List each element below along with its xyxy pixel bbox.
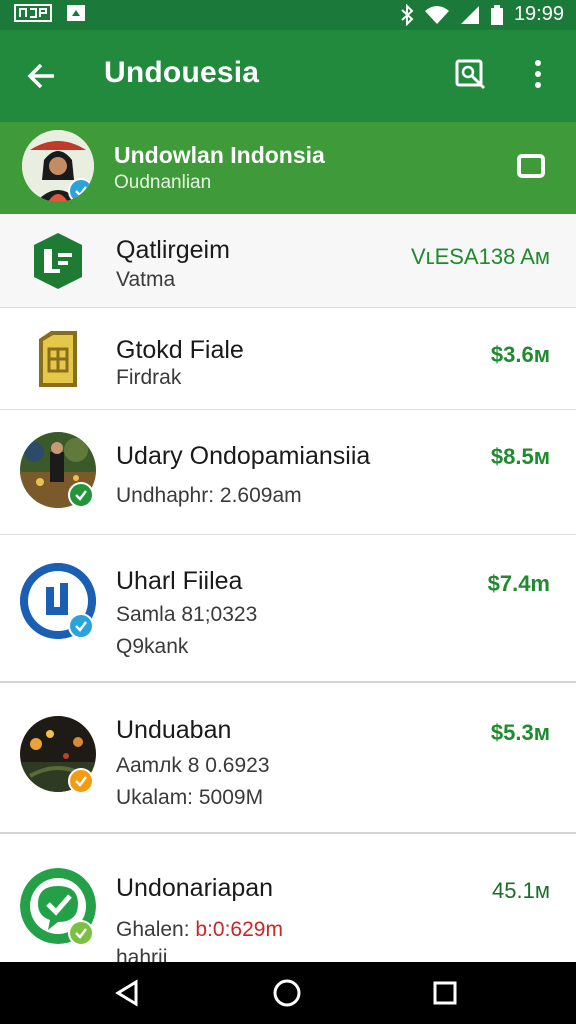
item-title: Undonariapan <box>116 874 274 902</box>
list-item[interactable]: Unduaban Aamлk 8 0.6923 Ukalam: 5009M $5… <box>0 688 576 834</box>
battery-icon <box>490 4 503 25</box>
account-subtitle: Oudnanlian <box>114 172 212 193</box>
item-amount: $5.3м <box>490 720 550 745</box>
search-button[interactable] <box>450 54 490 94</box>
square-icon[interactable] <box>516 152 546 180</box>
item-amount: $7.4m <box>487 571 550 596</box>
green-badge-icon <box>68 920 94 946</box>
item-subtitle: Samla 81;0323 <box>116 603 258 626</box>
home-circle-icon <box>273 979 301 1007</box>
nav-recents-button[interactable] <box>428 976 462 1010</box>
item-title: Udary Ondopamiansiia <box>116 442 371 470</box>
navigation-bar <box>0 962 576 1024</box>
recents-square-icon <box>433 981 457 1005</box>
app-bar: Undouesia <box>0 30 576 122</box>
page-title: Undouesia <box>104 56 260 89</box>
more-options-button[interactable] <box>520 54 556 94</box>
item-title: Qatlirgeim <box>116 236 230 264</box>
nav-back-button[interactable] <box>110 976 144 1010</box>
list-item[interactable]: Undonariapan Ghalen: b:0:629m hahrii 45.… <box>0 840 576 962</box>
item-subtitle: Undhaphr: 2.609am <box>116 484 302 507</box>
back-triangle-icon <box>115 979 138 1007</box>
wifi-icon <box>424 5 449 24</box>
list-item[interactable]: Qatlirgeim Vatma VʟESA138 Aᴍ <box>0 214 576 308</box>
verified-badge-icon <box>68 482 94 508</box>
gallery-icon <box>14 4 52 22</box>
account-header[interactable]: Undowlan Indonsia Oudnanlian <box>0 122 576 214</box>
item-title: Unduaban <box>116 716 232 744</box>
orange-badge-icon <box>68 768 94 794</box>
item-amount: 45.1м <box>492 878 550 903</box>
status-bar: 19:99 <box>0 0 576 30</box>
item-subtitle: Ghalen: b:0:629m <box>116 918 283 942</box>
search-icon <box>455 59 486 90</box>
back-button[interactable] <box>22 56 62 96</box>
item-amount: VʟESA138 Aᴍ <box>411 244 550 269</box>
item-detail: hahrii <box>116 946 168 962</box>
item-subtitle: Firdrak <box>116 366 182 389</box>
list-item[interactable]: Gtokd Fiale Firdrak $3.6м <box>0 308 576 410</box>
bluetooth-icon <box>401 3 414 26</box>
nav-home-button[interactable] <box>270 976 304 1010</box>
item-amount: $3.6м <box>490 342 550 367</box>
list-item[interactable]: Uharl Fiilea Samla 81;0323 Q9kank $7.4m <box>0 535 576 683</box>
back-arrow-icon <box>27 63 54 89</box>
item-subtitle: Aamлk 8 0.6923 <box>116 754 270 777</box>
document-icon <box>39 331 77 387</box>
verified-badge-icon <box>68 613 94 639</box>
item-detail: Ukalam: 5009M <box>116 786 264 809</box>
item-detail: Q9kank <box>116 635 189 658</box>
item-title: Uharl Fiilea <box>116 567 243 595</box>
more-vert-icon <box>535 60 541 88</box>
verified-badge-icon <box>68 178 94 202</box>
account-name: Undowlan Indonsia <box>114 142 325 168</box>
item-subtitle: Vatma <box>116 268 176 291</box>
item-title: Gtokd Fiale <box>116 336 244 364</box>
list-item[interactable]: Udary Ondopamiansiia Undhaphr: 2.609am $… <box>0 410 576 535</box>
app-icon <box>67 5 85 21</box>
status-time: 19:99 <box>513 3 564 25</box>
item-amount: $8.5м <box>490 444 550 469</box>
spreadsheet-icon <box>34 233 82 289</box>
account-avatar <box>22 130 94 202</box>
item-subtitle-text: Ghalen: <box>116 918 196 941</box>
signal-icon <box>460 5 479 24</box>
item-subtitle-highlight: b:0:629m <box>195 918 283 941</box>
